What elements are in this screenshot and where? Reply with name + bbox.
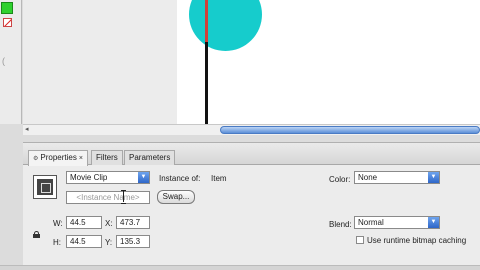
blend-mode-value: Normal (358, 218, 384, 227)
instance-name-input[interactable]: <Instance Name> (66, 191, 150, 204)
x-input[interactable]: 473.7 (116, 216, 150, 229)
instance-of-label: Instance of: (159, 174, 201, 183)
lock-icon[interactable] (33, 231, 40, 238)
width-label: W: (53, 219, 63, 228)
color-effect-value: None (358, 173, 378, 182)
tab-properties-label: Properties (40, 153, 77, 162)
width-input[interactable]: 44.5 (66, 216, 102, 229)
text-cursor-icon (121, 190, 127, 204)
properties-icon: ⚙ (33, 156, 39, 162)
symbol-type-select[interactable]: Movie Clip ▼ (66, 171, 150, 184)
scrollbar-thumb[interactable] (220, 126, 480, 134)
chevron-down-icon: ▼ (428, 217, 439, 228)
instance-of-value: Item (211, 174, 227, 183)
tab-parameters-label: Parameters (129, 153, 171, 162)
tab-properties[interactable]: ⚙ Properties × (28, 150, 88, 166)
blend-label: Blend: (329, 220, 352, 229)
scroll-left-arrow-icon[interactable]: ◂ (25, 125, 33, 135)
bitmap-caching-checkbox[interactable] (356, 236, 364, 244)
color-effect-select[interactable]: None ▼ (354, 171, 440, 184)
x-label: X: (105, 219, 113, 228)
symbol-type-value: Movie Clip (70, 173, 108, 182)
movie-clip-symbol-icon (33, 175, 57, 199)
fill-color-swatch[interactable] (1, 2, 13, 14)
height-input[interactable]: 44.5 (66, 235, 102, 248)
swap-button[interactable]: Swap... (157, 190, 195, 204)
chevron-down-icon: ▼ (138, 172, 149, 183)
tab-parameters[interactable]: Parameters (124, 150, 176, 165)
height-label: H: (53, 238, 61, 247)
color-label: Color: (329, 175, 351, 184)
panel-tabbar: ⚙ Properties × Filters Parameters (23, 143, 480, 166)
chevron-down-icon: ▼ (428, 172, 439, 183)
close-icon[interactable]: × (79, 155, 83, 162)
horizontal-scrollbar[interactable]: ◂ (23, 124, 480, 135)
bottom-edge (0, 265, 480, 270)
y-label: Y: (105, 238, 113, 247)
no-color-icon[interactable] (3, 18, 12, 27)
blend-mode-select[interactable]: Normal ▼ (354, 216, 440, 229)
tools-strip: ( (0, 0, 22, 124)
stage-guide-line[interactable] (205, 0, 208, 42)
y-input[interactable]: 135.3 (116, 235, 150, 248)
brace-icon: ( (2, 56, 5, 66)
bitmap-caching-label: Use runtime bitmap caching (367, 236, 467, 245)
tab-filters[interactable]: Filters (91, 150, 123, 165)
tab-filters-label: Filters (96, 153, 118, 162)
